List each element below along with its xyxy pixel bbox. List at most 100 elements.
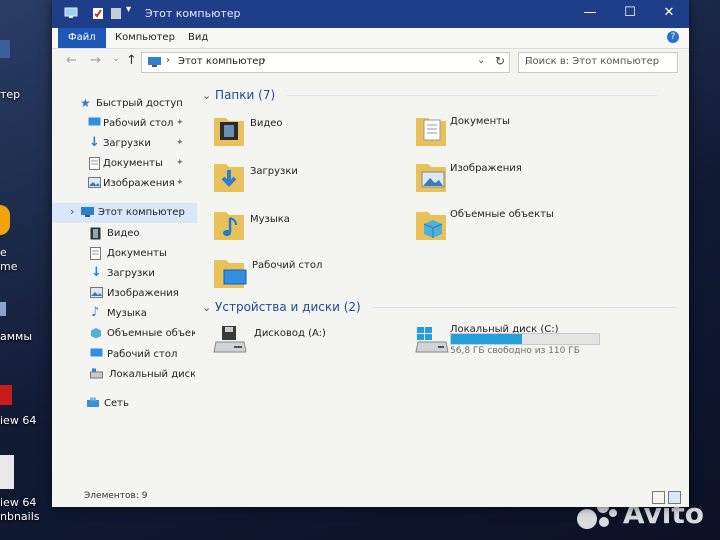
desktop-label[interactable]: e	[0, 246, 7, 259]
large-icons-view-icon[interactable]	[668, 491, 681, 504]
document-icon	[90, 247, 101, 260]
sidebar-item-label: Рабочий стол	[103, 118, 174, 129]
folder-tile-music[interactable]: Музыка	[212, 206, 392, 246]
star-icon: ★	[80, 96, 91, 110]
sidebar-item-label: Изображения	[107, 288, 179, 299]
3d-objects-folder-icon	[416, 212, 446, 240]
group-header-devices[interactable]: ⌄ Устройства и диски (2)	[202, 300, 678, 314]
folder-label: Изображения	[450, 163, 522, 174]
sidebar-item-videos[interactable]: Видео	[52, 224, 197, 244]
sidebar-item-network[interactable]: Сеть	[52, 394, 197, 414]
sidebar-item-3d-objects[interactable]: Объемные объекты	[52, 324, 197, 344]
picture-icon	[88, 177, 101, 188]
hard-drive-icon	[90, 368, 103, 379]
address-dropdown-icon[interactable]: ⌄	[477, 55, 485, 66]
collapse-chevron-icon[interactable]: ⌄	[202, 89, 211, 102]
sidebar-item-pictures[interactable]: Изображения ✦	[52, 174, 197, 194]
address-bar[interactable]: › Этот компьютер › ⌄ ↻	[141, 52, 510, 73]
download-arrow-icon: ↓	[89, 135, 100, 150]
download-arrow-icon: ↓	[91, 265, 102, 280]
pin-icon[interactable]: ✦	[176, 178, 184, 188]
sidebar-item-this-pc[interactable]: › Этот компьютер	[52, 203, 197, 223]
search-icon: ⌕	[525, 55, 532, 68]
search-input[interactable]: Поиск в: Этот компьютер ⌕	[518, 52, 678, 73]
sidebar-item-label: Локальный диск (C	[109, 369, 195, 380]
group-title: Папки (7)	[215, 88, 276, 102]
recent-locations-button[interactable]: ⌄	[112, 53, 120, 64]
sidebar-item-local-disk[interactable]: Локальный диск (C	[52, 365, 197, 385]
desktop-label[interactable]: iew 64	[0, 496, 36, 509]
sidebar-item-label: Объемные объекты	[107, 328, 195, 339]
desktop-label[interactable]: аммы	[0, 330, 32, 343]
folder-tile-documents[interactable]: Документы	[414, 112, 594, 152]
panda-icon[interactable]	[0, 455, 14, 489]
sidebar-item-music[interactable]: ♪ Музыка	[52, 304, 197, 324]
sidebar-item-label: Этот компьютер	[98, 207, 185, 218]
title-bar[interactable]: ▾ Этот компьютер — ☐ ✕	[52, 0, 689, 28]
tab-file[interactable]: Файл	[58, 28, 106, 48]
folder-label: Объемные объекты	[450, 209, 554, 220]
up-button[interactable]: ↑	[126, 53, 137, 68]
sidebar-item-documents[interactable]: Документы ✦	[52, 154, 197, 174]
pin-icon[interactable]: ✦	[176, 158, 184, 168]
floppy-drive-icon	[213, 326, 247, 353]
chevron-right-icon[interactable]: ›	[70, 205, 74, 218]
video-folder-icon	[214, 118, 244, 146]
properties-icon[interactable]	[92, 7, 104, 20]
help-icon[interactable]: ?	[667, 31, 679, 43]
breadcrumb-separator[interactable]: ›	[262, 55, 266, 66]
folder-label: Рабочий стол	[252, 260, 323, 271]
sidebar-item-label: Музыка	[107, 308, 147, 319]
computer-icon	[64, 7, 78, 18]
explorer-window: ▾ Этот компьютер — ☐ ✕ Файл Компьютер Ви…	[52, 0, 689, 507]
network-icon	[87, 397, 99, 407]
refresh-icon[interactable]: ↻	[495, 54, 505, 68]
breadcrumb-separator[interactable]: ›	[166, 55, 170, 66]
minimize-button[interactable]: —	[570, 0, 610, 26]
pin-icon[interactable]: ✦	[176, 118, 184, 128]
sidebar-item-quick-access[interactable]: ★ Быстрый доступ	[52, 94, 197, 114]
film-icon	[90, 227, 101, 240]
app-icon[interactable]	[0, 205, 10, 235]
new-folder-icon[interactable]	[110, 7, 122, 20]
drive-tile-floppy[interactable]: Дисковод (A:)	[212, 324, 392, 364]
group-title: Устройства и диски (2)	[215, 300, 361, 314]
app-icon[interactable]	[0, 385, 12, 405]
folder-tile-videos[interactable]: Видео	[212, 112, 392, 152]
desktop-label[interactable]: nbnails	[0, 510, 40, 523]
group-header-folders[interactable]: ⌄ Папки (7)	[202, 88, 657, 102]
drive-label: Дисковод (A:)	[254, 328, 326, 339]
pin-icon[interactable]: ✦	[176, 138, 184, 148]
tab-computer[interactable]: Компьютер	[115, 28, 175, 48]
desktop-label[interactable]: iew 64	[0, 414, 36, 427]
window-title: Этот компьютер	[145, 7, 241, 20]
desktop-label[interactable]: me	[0, 260, 17, 273]
sidebar-item-pc-pictures[interactable]: Изображения	[52, 284, 197, 304]
sidebar-item-desktop[interactable]: Рабочий стол ✦	[52, 114, 197, 134]
folder-tile-3d-objects[interactable]: Объемные объекты	[414, 206, 594, 246]
folder-tile-pictures[interactable]: Изображения	[414, 158, 594, 198]
app-icon[interactable]	[0, 302, 6, 316]
disk-free-space: 56,8 ГБ свободно из 110 ГБ	[450, 346, 580, 356]
computer-icon[interactable]	[0, 40, 10, 58]
sidebar-item-downloads[interactable]: ↓ Загрузки ✦	[52, 134, 197, 154]
details-view-icon[interactable]	[652, 491, 665, 504]
tab-view[interactable]: Вид	[188, 28, 208, 48]
windows-drive-icon	[415, 327, 449, 353]
folder-tile-downloads[interactable]: Загрузки	[212, 158, 392, 198]
status-bar: Элементов: 9	[52, 488, 689, 507]
quick-access-dropdown-icon[interactable]: ▾	[126, 4, 131, 15]
sidebar-item-label: Видео	[107, 228, 140, 239]
sidebar-item-label: Документы	[107, 248, 167, 259]
breadcrumb-this-pc[interactable]: Этот компьютер	[178, 56, 265, 67]
close-button[interactable]: ✕	[649, 0, 689, 26]
sidebar-item-pc-documents[interactable]: Документы	[52, 244, 197, 264]
forward-button[interactable]: →	[90, 53, 101, 68]
folder-tile-desktop[interactable]: Рабочий стол	[212, 254, 392, 294]
desktop-label[interactable]: тер	[0, 88, 20, 101]
maximize-button[interactable]: ☐	[610, 0, 650, 26]
sidebar-item-pc-desktop[interactable]: Рабочий стол	[52, 345, 197, 365]
back-button[interactable]: ←	[66, 53, 77, 68]
sidebar-item-pc-downloads[interactable]: ↓ Загрузки	[52, 264, 197, 284]
collapse-chevron-icon[interactable]: ⌄	[202, 301, 211, 314]
